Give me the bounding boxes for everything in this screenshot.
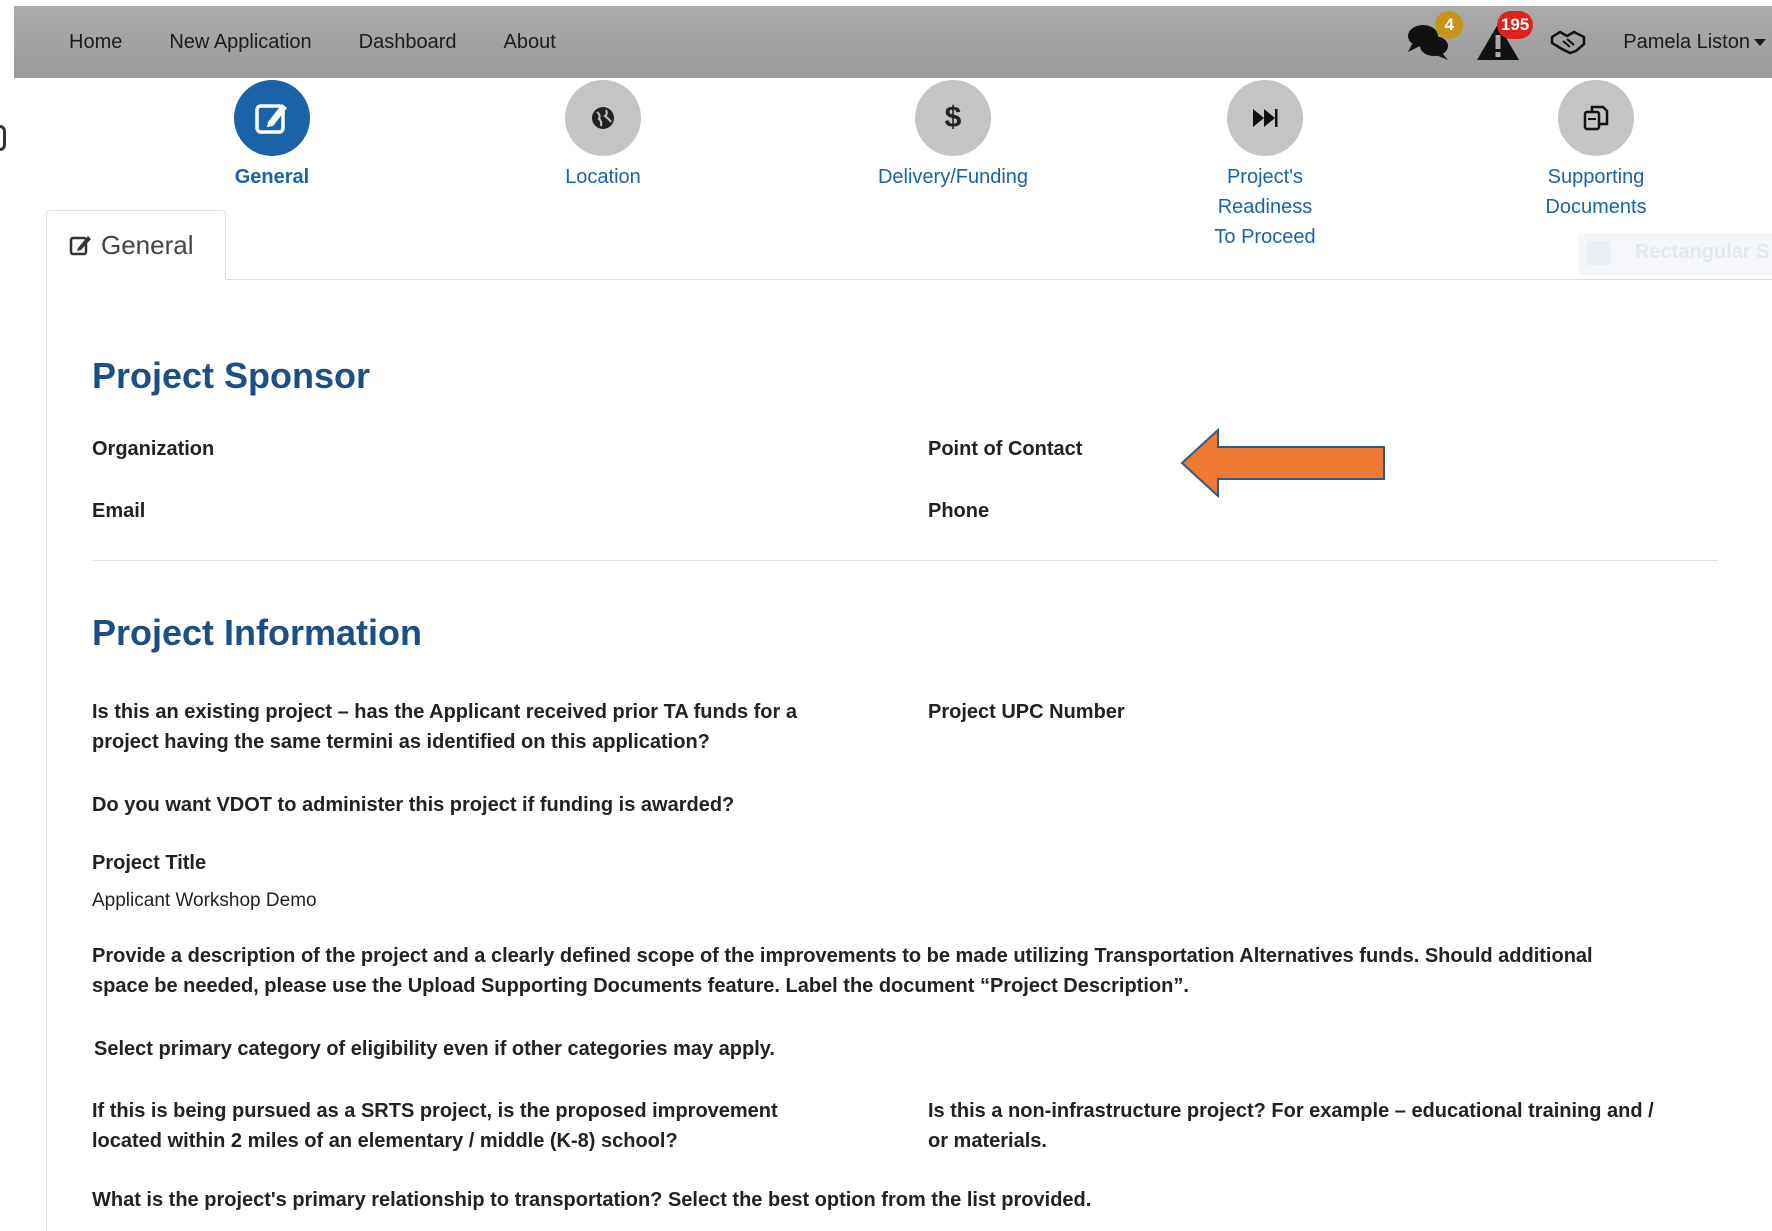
nav-home[interactable]: Home xyxy=(69,31,122,54)
nav-new-application[interactable]: New Application xyxy=(169,31,311,54)
alerts-button[interactable]: 195 xyxy=(1475,11,1534,65)
transportation-relationship-question: What is the project's primary relationsh… xyxy=(92,1189,1092,1211)
project-title-value: Applicant Workshop Demo xyxy=(92,890,317,911)
organization-label: Organization xyxy=(92,438,215,460)
existing-project-question: Is this an existing project – has the Ap… xyxy=(92,701,797,753)
nav-dashboard[interactable]: Dashboard xyxy=(359,31,457,54)
fast-forward-icon xyxy=(1253,109,1278,127)
upc-number-label: Project UPC Number xyxy=(928,701,1125,723)
faint-overlay-text: Rectangular S xyxy=(1635,241,1770,263)
step-location[interactable]: Location xyxy=(493,80,713,192)
step-general-circle xyxy=(234,80,310,156)
faint-overlay: Rectangular S xyxy=(1579,233,1772,275)
vdot-administer-question: Do you want VDOT to administer this proj… xyxy=(92,794,735,816)
step-readiness-label: Project's Readiness To Proceed xyxy=(1214,166,1316,248)
nav-right: 4 195 Pamela Liston xyxy=(1405,6,1772,78)
tab-general[interactable]: General xyxy=(46,210,226,280)
email-label: Email xyxy=(92,500,146,522)
user-menu[interactable]: Pamela Liston xyxy=(1623,31,1766,54)
step-delivery-funding-circle: $ xyxy=(915,80,991,156)
step-general[interactable]: General xyxy=(162,80,382,192)
point-of-contact-label: Point of Contact xyxy=(928,438,1083,460)
step-readiness[interactable]: Project's Readiness To Proceed xyxy=(1155,80,1375,252)
step-supporting-documents[interactable]: Supporting Documents xyxy=(1486,80,1706,222)
eligibility-category-question: Select primary category of eligibility e… xyxy=(94,1038,775,1060)
top-navbar: Home New Application Dashboard About 4 1… xyxy=(14,6,1772,78)
section-title-information: Project Information xyxy=(92,612,423,653)
project-description-question: Provide a description of the project and… xyxy=(92,945,1593,997)
alerts-badge: 195 xyxy=(1496,11,1534,39)
globe-icon xyxy=(592,107,614,129)
edge-artifact xyxy=(0,125,6,151)
step-general-label: General xyxy=(234,166,310,188)
tab-divider xyxy=(226,279,1772,280)
copy-icon xyxy=(1583,105,1609,131)
messages-button[interactable]: 4 xyxy=(1405,11,1464,65)
step-supporting-documents-circle xyxy=(1558,80,1634,156)
nav-links: Home New Application Dashboard About xyxy=(69,31,603,54)
step-delivery-funding[interactable]: $ Delivery/Funding xyxy=(843,80,1063,192)
nav-about[interactable]: About xyxy=(504,31,556,54)
step-location-label: Location xyxy=(565,166,641,188)
dollar-icon: $ xyxy=(944,101,962,134)
step-supporting-documents-label: Supporting Documents xyxy=(1545,166,1647,218)
faint-overlay-box xyxy=(1587,241,1611,265)
panel-border xyxy=(46,279,47,1231)
phone-label: Phone xyxy=(928,500,990,522)
step-delivery-funding-label: Delivery/Funding xyxy=(877,166,1029,188)
user-name: Pamela Liston xyxy=(1623,30,1750,53)
non-infrastructure-question: Is this a non-infrastructure project? Fo… xyxy=(928,1100,1654,1152)
step-readiness-circle xyxy=(1227,80,1303,156)
edit-icon xyxy=(255,104,287,134)
section-title-sponsor: Project Sponsor xyxy=(92,355,371,396)
edit-icon xyxy=(69,236,91,256)
srts-question: If this is being pursued as a SRTS proje… xyxy=(92,1100,778,1152)
handshake-button[interactable] xyxy=(1545,19,1591,65)
tab-general-label: General xyxy=(101,229,194,260)
caret-down-icon xyxy=(1754,38,1766,46)
step-location-circle xyxy=(565,80,641,156)
handshake-icon xyxy=(1551,30,1586,55)
annotation-arrow-icon xyxy=(1180,428,1385,498)
messages-badge: 4 xyxy=(1435,11,1464,39)
project-title-label: Project Title xyxy=(92,852,207,874)
section-divider xyxy=(92,560,1718,561)
